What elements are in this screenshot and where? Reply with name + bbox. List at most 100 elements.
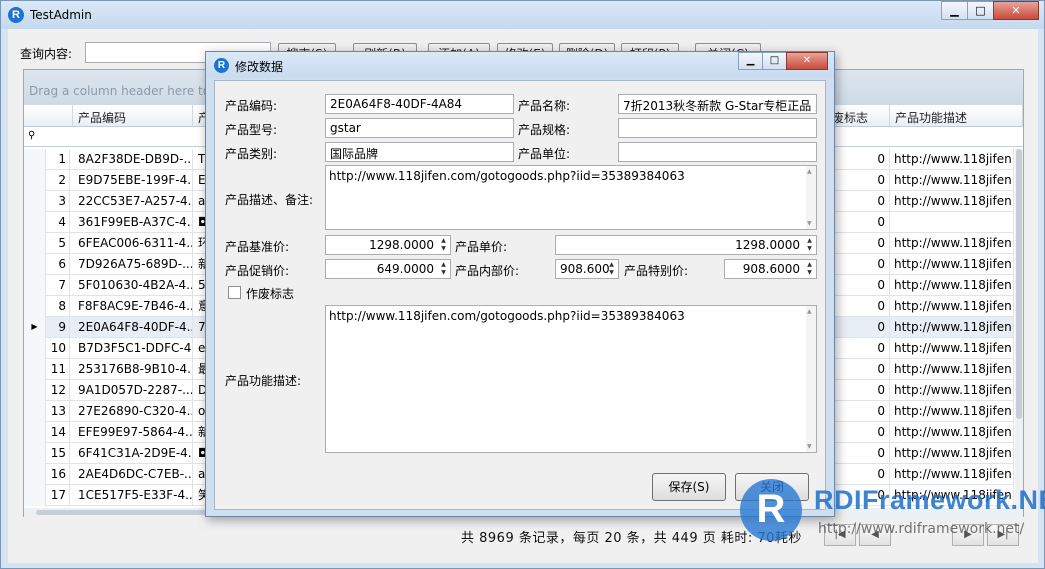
cell-code: 7D926A75-689D-... — [73, 254, 193, 275]
model-field[interactable]: gstar — [325, 118, 514, 138]
cell-code: 22CC53E7-A257-4... — [73, 191, 193, 212]
spin-arrows-icon[interactable]: ▲ ▼ — [804, 261, 815, 277]
name-field[interactable]: 7折2013秋冬新款 G-Star专柜正品 男 — [618, 94, 817, 114]
textarea-scrollbar[interactable] — [806, 166, 816, 229]
save-button[interactable]: 保存(S) — [652, 473, 726, 501]
row-number: 4 — [46, 212, 70, 233]
void-flag-checkbox[interactable] — [228, 286, 241, 299]
row-number: 5 — [46, 233, 70, 254]
cell-code: 1CE517F5-E33F-4... — [73, 485, 193, 506]
row-number: 15 — [46, 443, 70, 464]
dialog-title-bar[interactable]: R 修改数据 ▁ □ ✕ — [206, 52, 834, 78]
promo-price-value: 649.0000 — [376, 262, 434, 276]
cell-flag: 0 — [838, 401, 890, 422]
label-function-desc: 产品功能描述: — [225, 374, 302, 388]
scroll-thumb[interactable] — [1016, 149, 1022, 419]
cell-code: F8F8AC9E-7B46-4... — [73, 296, 193, 317]
cell-flag: 0 — [838, 170, 890, 191]
column-header-flag[interactable]: 废标志 — [829, 105, 890, 127]
row-indicator — [24, 212, 46, 233]
cell-code: 2E0A64F8-40DF-4... — [73, 317, 193, 338]
label-remark: 产品描述、备注: — [225, 193, 314, 207]
row-indicator — [24, 338, 46, 359]
cell-desc: http://www.118jifen — [890, 170, 1014, 191]
cell-flag: 0 — [838, 254, 890, 275]
internal-price-spinner[interactable]: 908.600 ▲ ▼ — [555, 259, 619, 279]
cell-desc: http://www.118jifen — [890, 275, 1014, 296]
cell-code: B7D3F5C1-DDFC-4... — [73, 338, 193, 359]
rdi-logo-icon: R — [8, 7, 24, 23]
spin-arrows-icon[interactable]: ▲ ▼ — [606, 261, 617, 277]
rdi-logo-icon: R — [740, 479, 802, 541]
spin-arrows-icon[interactable]: ▲ ▼ — [438, 261, 449, 277]
cell-code: 2AE4D6DC-C7EB-... — [73, 464, 193, 485]
spec-field[interactable] — [618, 118, 817, 138]
cell-desc: http://www.118jifen — [890, 380, 1014, 401]
column-header-desc[interactable]: 产品功能描述 — [890, 105, 1023, 127]
rdi-logo-icon: R — [214, 58, 229, 73]
row-number: 14 — [46, 422, 70, 443]
vertical-scrollbar[interactable] — [1015, 149, 1023, 519]
code-field[interactable]: 2E0A64F8-40DF-4A84 — [325, 94, 514, 114]
cell-desc: http://www.118jifen — [890, 191, 1014, 212]
cell-flag: 0 — [838, 149, 890, 170]
watermark-name: RDIFramework.NET — [814, 485, 1045, 515]
title-bar[interactable]: R TestAdmin ▁ □ ✕ — [1, 1, 1044, 29]
unit-field[interactable] — [618, 142, 817, 162]
row-number: 11 — [46, 359, 70, 380]
label-special-price: 产品特别价: — [624, 264, 689, 278]
cell-flag: 0 — [838, 275, 890, 296]
maximize-icon[interactable]: □ — [967, 1, 994, 20]
cell-flag: 0 — [838, 380, 890, 401]
spin-arrows-icon[interactable]: ▲ ▼ — [438, 237, 449, 253]
column-header-code[interactable]: 产品编码 — [73, 105, 193, 127]
spin-arrows-icon[interactable]: ▲ ▼ — [804, 237, 815, 253]
row-number: 7 — [46, 275, 70, 296]
maximize-icon[interactable]: □ — [762, 52, 787, 70]
row-indicator — [24, 464, 46, 485]
special-price-spinner[interactable]: 908.6000 ▲ ▼ — [724, 259, 817, 279]
promo-price-spinner[interactable]: 649.0000 ▲ ▼ — [325, 259, 451, 279]
row-number: 9 — [46, 317, 70, 338]
unit-price-spinner[interactable]: 1298.0000 ▲ ▼ — [555, 235, 817, 255]
row-indicator — [24, 380, 46, 401]
minimize-icon[interactable]: ▁ — [941, 1, 968, 20]
remark-textarea[interactable]: http://www.118jifen.com/gotogoods.php?ii… — [325, 165, 817, 230]
cell-code: 361F99EB-A37C-4... — [73, 212, 193, 233]
base-price-value: 1298.0000 — [369, 238, 434, 252]
category-field[interactable]: 国际品牌 — [325, 142, 514, 162]
cell-flag: 0 — [838, 212, 890, 233]
unit-price-value: 1298.0000 — [735, 238, 800, 252]
close-icon[interactable]: ✕ — [786, 52, 828, 70]
function-desc-text: http://www.118jifen.com/gotogoods.php?ii… — [329, 309, 685, 323]
label-category: 产品类别: — [225, 147, 278, 161]
cell-flag: 0 — [838, 191, 890, 212]
cell-flag: 0 — [838, 422, 890, 443]
base-price-spinner[interactable]: 1298.0000 ▲ ▼ — [325, 235, 451, 255]
label-unit: 产品单位: — [518, 147, 571, 161]
cell-desc: http://www.118jifen — [890, 296, 1014, 317]
header-corner — [24, 105, 73, 127]
cell-flag: 0 — [838, 233, 890, 254]
minimize-icon[interactable]: ▁ — [738, 52, 763, 70]
cell-code: 253176B8-9B10-4... — [73, 359, 193, 380]
cell-code: 27E26890-C320-4... — [73, 401, 193, 422]
cell-code: E9D75EBE-199F-4... — [73, 170, 193, 191]
row-indicator — [24, 401, 46, 422]
cell-desc: http://www.118jifen — [890, 317, 1014, 338]
textarea-scrollbar[interactable] — [806, 306, 816, 452]
row-indicator — [24, 254, 46, 275]
row-number: 13 — [46, 401, 70, 422]
close-icon[interactable]: ✕ — [993, 1, 1039, 20]
cell-code: 5F010630-4B2A-4... — [73, 275, 193, 296]
cell-flag: 0 — [838, 359, 890, 380]
row-indicator — [24, 485, 46, 506]
label-unit-price: 产品单价: — [455, 240, 508, 254]
label-base-price: 产品基准价: — [225, 240, 290, 254]
row-number: 17 — [46, 485, 70, 506]
current-row-arrow-icon: ▶ — [24, 317, 46, 338]
function-desc-textarea[interactable]: http://www.118jifen.com/gotogoods.php?ii… — [325, 305, 817, 453]
query-label: 查询内容: — [20, 47, 73, 61]
cell-desc: http://www.118jifen — [890, 422, 1014, 443]
cell-code: 6FEAC006-6311-4... — [73, 233, 193, 254]
